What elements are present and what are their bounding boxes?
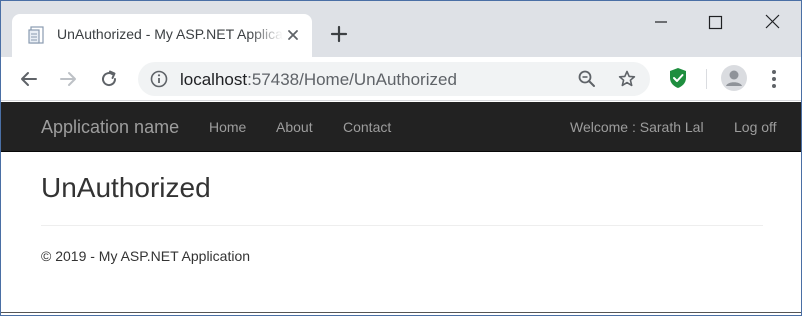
tab-title: UnAuthorized - My ASP.NET Application (57, 26, 283, 42)
browser-toolbar: localhost:57438/Home/UnAuthorized (1, 57, 801, 101)
minimize-icon[interactable] (646, 9, 676, 35)
footer-copyright: © 2019 - My ASP.NET Application (41, 248, 251, 264)
welcome-user-link[interactable]: Welcome : Sarath Lal (570, 119, 704, 135)
profile-avatar-icon[interactable] (721, 65, 747, 91)
nav-link-contact[interactable]: Contact (343, 119, 391, 135)
window-bottom-edge (1, 312, 801, 313)
browser-window: UnAuthorized - My ASP.NET Application lo… (0, 0, 802, 316)
page-title: UnAuthorized (41, 172, 211, 203)
url-text[interactable]: localhost:57438/Home/UnAuthorized (180, 70, 457, 90)
url-path: :57438/Home/UnAuthorized (247, 70, 457, 89)
divider (41, 225, 763, 226)
page-icon (28, 26, 44, 44)
shield-extension-icon[interactable] (667, 66, 689, 90)
url-host: localhost (180, 70, 248, 89)
close-icon[interactable] (284, 26, 302, 44)
toolbar-divider (706, 69, 707, 89)
brand-link[interactable]: Application name (41, 117, 179, 138)
back-arrow-icon[interactable] (17, 67, 41, 91)
maximize-icon[interactable] (700, 9, 730, 35)
tab-strip: UnAuthorized - My ASP.NET Application (1, 1, 801, 57)
info-icon[interactable] (150, 70, 168, 88)
close-window-icon[interactable] (758, 9, 788, 35)
zoom-out-icon[interactable] (577, 69, 597, 89)
more-vert-icon[interactable] (764, 67, 784, 91)
logoff-link[interactable]: Log off (734, 119, 777, 135)
nav-link-about[interactable]: About (276, 119, 313, 135)
star-icon[interactable] (617, 69, 637, 89)
reload-icon[interactable] (97, 67, 121, 91)
address-bar[interactable]: localhost:57438/Home/UnAuthorized (138, 62, 650, 96)
plus-icon[interactable] (327, 22, 351, 46)
site-navbar: Application name Home About Contact Welc… (1, 102, 801, 152)
forward-arrow-icon[interactable] (56, 67, 80, 91)
nav-link-home[interactable]: Home (209, 119, 246, 135)
browser-tab[interactable]: UnAuthorized - My ASP.NET Application (12, 14, 312, 57)
